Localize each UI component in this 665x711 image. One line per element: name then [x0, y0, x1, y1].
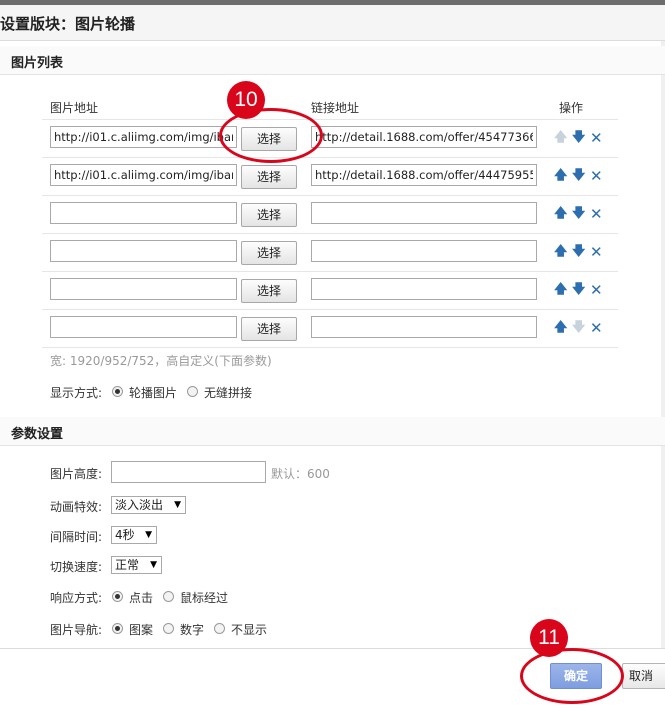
- link-url-input[interactable]: [311, 278, 537, 300]
- arrow-down-icon[interactable]: 🡇: [572, 282, 585, 298]
- image-url-input[interactable]: [50, 240, 237, 262]
- row-actions: 🡅 🡇 ✕: [554, 168, 609, 184]
- height-default-hint: 默认：600: [271, 467, 330, 481]
- display-mode-label: 显示方式:: [50, 386, 103, 400]
- close-icon[interactable]: ✕: [590, 206, 603, 222]
- chevron-down-icon: ▼: [150, 560, 157, 570]
- header-actions: 操作: [559, 101, 584, 115]
- row-divider: [42, 157, 618, 158]
- size-hint: 宽: 1920/952/752，高自定义(下面参数): [50, 354, 272, 368]
- speed-select[interactable]: 正常 ▼: [111, 556, 162, 574]
- select-image-button[interactable]: 选择: [241, 165, 297, 189]
- row-divider: [42, 119, 618, 120]
- row-divider: [42, 195, 618, 196]
- arrow-up-icon[interactable]: 🡅: [554, 320, 567, 336]
- annotation-ring-10: [219, 108, 323, 163]
- arrow-down-icon[interactable]: 🡇: [572, 244, 585, 260]
- nav-number-label[interactable]: 数字: [180, 621, 204, 638]
- arrow-up-icon[interactable]: 🡅: [554, 168, 567, 184]
- close-icon[interactable]: ✕: [590, 168, 603, 184]
- select-image-button[interactable]: 选择: [241, 317, 297, 341]
- arrow-up-icon[interactable]: 🡅: [554, 244, 567, 260]
- row-actions: 🡅 🡇 ✕: [554, 206, 609, 222]
- row-divider: [42, 347, 618, 348]
- interval-select-value: 4秒: [115, 528, 135, 542]
- row-actions: 🡅 🡇 ✕: [554, 282, 609, 298]
- interval-select[interactable]: 4秒 ▼: [111, 526, 157, 544]
- header-link-url: 链接地址: [311, 101, 360, 115]
- display-mode-seamless-radio[interactable]: [187, 386, 198, 397]
- arrow-up-icon[interactable]: 🡅: [554, 282, 567, 298]
- response-hover-label[interactable]: 鼠标经过: [180, 589, 228, 606]
- response-label: 响应方式:: [50, 591, 103, 605]
- response-click-label[interactable]: 点击: [129, 589, 153, 606]
- display-mode-seamless-label[interactable]: 无缝拼接: [204, 384, 252, 401]
- height-label: 图片高度:: [50, 467, 103, 481]
- animation-label: 动画特效:: [50, 500, 103, 514]
- image-list-section-title: 图片列表: [11, 56, 64, 71]
- nav-none-label[interactable]: 不显示: [231, 621, 267, 638]
- interval-label: 间隔时间:: [50, 530, 103, 544]
- chevron-down-icon: ▼: [145, 530, 152, 540]
- dialog-title: 设置版块：图片轮播: [0, 15, 136, 33]
- image-list-section-bar: [0, 46, 665, 75]
- arrow-down-icon[interactable]: 🡇: [572, 168, 585, 184]
- close-icon[interactable]: ✕: [590, 320, 603, 336]
- select-image-button[interactable]: 选择: [241, 279, 297, 303]
- nav-pattern-label[interactable]: 图案: [129, 621, 153, 638]
- row-divider: [42, 271, 618, 272]
- image-url-input[interactable]: [50, 126, 237, 148]
- nav-none-radio[interactable]: [214, 623, 225, 634]
- image-url-input[interactable]: [50, 164, 237, 186]
- animation-select[interactable]: 淡入淡出 ▼: [111, 496, 186, 514]
- link-url-input[interactable]: [311, 202, 537, 224]
- close-icon[interactable]: ✕: [590, 282, 603, 298]
- display-mode-carousel-radio[interactable]: [112, 386, 123, 397]
- row-divider: [42, 309, 618, 310]
- dialog-right-edge: [661, 41, 665, 648]
- chevron-down-icon: ▼: [174, 500, 181, 510]
- image-url-input[interactable]: [50, 202, 237, 224]
- height-input[interactable]: [111, 461, 266, 483]
- annotation-badge-10: 10: [227, 81, 265, 119]
- params-section-title: 参数设置: [11, 427, 64, 442]
- dialog-titlebar: 设置版块：图片轮播: [0, 5, 665, 41]
- nav-label: 图片导航:: [50, 623, 103, 637]
- header-image-url: 图片地址: [50, 101, 99, 115]
- params-section-bar: [0, 417, 665, 446]
- row-actions: 🡅 🡇 ✕: [554, 244, 609, 260]
- annotation-badge-11: 11: [530, 619, 568, 657]
- display-mode-carousel-label[interactable]: 轮播图片: [129, 384, 177, 401]
- row-actions: 🡅 🡇 ✕: [554, 320, 609, 336]
- link-url-input[interactable]: [311, 316, 537, 338]
- link-url-input[interactable]: [311, 240, 537, 262]
- nav-number-radio[interactable]: [163, 623, 174, 634]
- cancel-button[interactable]: 取消: [622, 663, 665, 689]
- arrow-down-icon[interactable]: 🡇: [572, 130, 585, 146]
- select-image-button[interactable]: 选择: [241, 241, 297, 265]
- link-url-input[interactable]: [311, 126, 537, 148]
- speed-select-value: 正常: [115, 558, 140, 572]
- row-divider: [42, 233, 618, 234]
- nav-pattern-radio[interactable]: [112, 623, 123, 634]
- arrow-down-icon[interactable]: 🡇: [572, 206, 585, 222]
- link-url-input[interactable]: [311, 164, 537, 186]
- animation-select-value: 淡入淡出: [115, 498, 164, 512]
- speed-label: 切换速度:: [50, 560, 103, 574]
- close-icon[interactable]: ✕: [590, 244, 603, 260]
- image-url-input[interactable]: [50, 278, 237, 300]
- close-icon[interactable]: ✕: [590, 130, 603, 146]
- response-click-radio[interactable]: [112, 591, 123, 602]
- annotation-ring-11: [520, 648, 624, 704]
- response-hover-radio[interactable]: [163, 591, 174, 602]
- row-actions: 🡅 🡇 ✕: [554, 130, 609, 146]
- arrow-up-icon[interactable]: 🡅: [554, 206, 567, 222]
- select-image-button[interactable]: 选择: [241, 203, 297, 227]
- arrow-down-icon[interactable]: 🡇: [572, 320, 585, 336]
- arrow-up-icon[interactable]: 🡅: [554, 130, 567, 146]
- image-url-input[interactable]: [50, 316, 237, 338]
